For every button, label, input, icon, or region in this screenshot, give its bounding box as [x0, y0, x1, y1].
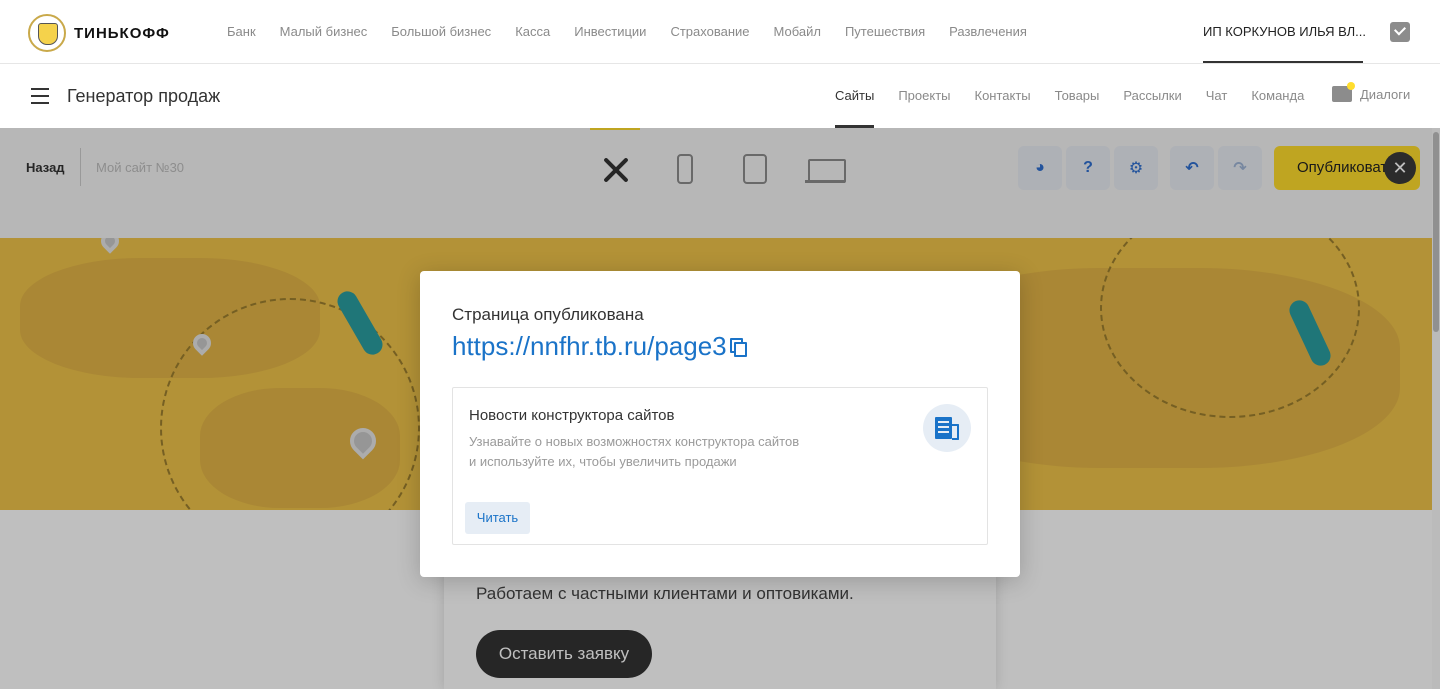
app-title: Генератор продаж: [67, 86, 221, 106]
published-url-link[interactable]: https://nnfhr.tb.ru/page3: [452, 331, 727, 362]
app-nav-item-team[interactable]: Команда: [1251, 88, 1304, 103]
newspaper-icon: [923, 404, 971, 452]
top-nav-item-insurance[interactable]: Страхование: [670, 24, 749, 39]
top-nav-item-kassa[interactable]: Касса: [515, 24, 550, 39]
dialogs-link[interactable]: Диалоги: [1332, 82, 1411, 102]
top-nav-item-entertainment[interactable]: Развлечения: [949, 24, 1027, 39]
app-nav-item-sites[interactable]: Сайты: [835, 88, 874, 103]
app-nav-item-projects[interactable]: Проекты: [898, 88, 950, 103]
copy-icon[interactable]: [730, 338, 747, 357]
top-nav-item-travel[interactable]: Путешествия: [845, 24, 925, 39]
menu-icon[interactable]: [31, 88, 49, 104]
news-title: Новости конструктора сайтов: [469, 407, 675, 424]
brand-logo[interactable]: ТИНЬКОФФ: [28, 14, 170, 52]
app-nav-item-mailings[interactable]: Рассылки: [1123, 88, 1181, 103]
app-nav-item-products[interactable]: Товары: [1055, 88, 1100, 103]
account-active-indicator: [1203, 61, 1363, 63]
app-nav-item-contacts[interactable]: Контакты: [975, 88, 1031, 103]
chat-icon: [1332, 82, 1355, 102]
tinkoff-emblem-icon: [28, 14, 66, 52]
account-name[interactable]: ИП КОРКУНОВ ИЛЬЯ ВЛ...: [1203, 24, 1366, 39]
dialogs-label: Диалоги: [1360, 86, 1411, 102]
news-description-line: и используйте их, чтобы увеличить продаж…: [469, 454, 737, 469]
mail-icon[interactable]: [1390, 22, 1410, 42]
read-button[interactable]: Читать: [465, 502, 530, 534]
app-nav-item-chat[interactable]: Чат: [1206, 88, 1228, 103]
top-nav-links: Банк Малый бизнес Большой бизнес Касса И…: [227, 24, 1027, 39]
newspaper-icon-tail: [952, 424, 959, 440]
modal-heading: Страница опубликована: [452, 305, 644, 324]
top-nav-item-small-business[interactable]: Малый бизнес: [280, 24, 368, 39]
top-nav-item-big-business[interactable]: Большой бизнес: [391, 24, 491, 39]
top-nav-item-mobile[interactable]: Мобайл: [774, 24, 821, 39]
logo-text: ТИНЬКОФФ: [74, 24, 170, 42]
news-description-line: Узнавайте о новых возможностях конструкт…: [469, 434, 800, 449]
top-nav-item-investments[interactable]: Инвестиции: [574, 24, 646, 39]
app-nav-links: Сайты Проекты Контакты Товары Рассылки Ч…: [835, 88, 1304, 103]
news-description: Узнавайте о новых возможностях конструкт…: [469, 432, 829, 472]
top-nav-item-bank[interactable]: Банк: [227, 24, 256, 39]
